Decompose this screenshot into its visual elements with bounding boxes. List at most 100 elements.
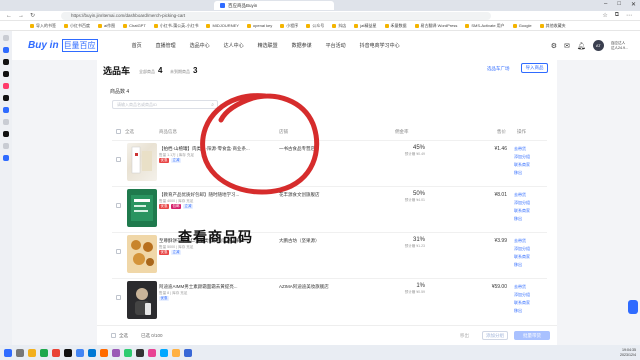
menu-icon[interactable]: ⋯ — [626, 12, 632, 19]
extensions-icon[interactable]: ⧉ — [615, 12, 619, 19]
nav-item[interactable]: 精选联盟 — [258, 42, 278, 49]
notification-icon[interactable]: 🔔︎ — [577, 42, 586, 50]
remove-link[interactable]: 移出 — [514, 170, 530, 176]
row-checkbox[interactable] — [116, 203, 121, 208]
add-group-link[interactable]: 添加分组 — [514, 246, 530, 252]
batch-sell-button[interactable]: 批量带货 — [514, 331, 550, 340]
close-icon[interactable]: ✕ — [631, 1, 636, 8]
contact-merchant-link[interactable]: 联系商家 — [514, 208, 530, 214]
bookmark-item[interactable]: SMS-Activate 用户 — [465, 23, 505, 29]
app-icon[interactable] — [172, 348, 180, 357]
stat-all[interactable]: 全部商品 4 — [139, 66, 162, 75]
nav-item[interactable]: 达人中心 — [224, 42, 244, 49]
batch-remove-button[interactable]: 移出 — [460, 333, 469, 339]
sidebar-app-icon[interactable] — [3, 155, 9, 161]
sidebar-tiktok-icon[interactable] — [3, 59, 9, 65]
sidebar-app-icon[interactable] — [3, 119, 9, 125]
go-sell-link[interactable]: 去带货 — [514, 146, 530, 152]
url-field[interactable]: https://buyin.jinritemai.com/dashboard/m… — [61, 11, 492, 20]
sidebar-app-icon[interactable] — [3, 83, 9, 89]
remove-link[interactable]: 移出 — [514, 308, 530, 314]
settings-icon[interactable]: ⚙ — [551, 42, 557, 50]
product-name[interactable]: 阿迪迪AIMM男士素颜霜面霜去黄提亮... — [159, 284, 274, 290]
app-icon[interactable] — [184, 348, 192, 357]
shop-name[interactable]: 花丰源食文创旗舰店 — [279, 192, 389, 198]
forward-icon[interactable]: → — [18, 13, 24, 19]
terminal-icon[interactable] — [136, 348, 144, 357]
add-group-link[interactable]: 添加分组 — [514, 154, 530, 160]
app-icon[interactable] — [52, 348, 60, 357]
search-input[interactable] — [117, 102, 212, 107]
search-box[interactable]: ⌕ — [112, 100, 218, 109]
bookmark-item[interactable]: 小红书百度 — [64, 23, 90, 29]
wechat-icon[interactable] — [40, 348, 48, 357]
bookmark-item[interactable]: 小红书-蒲公英-小红书 — [153, 23, 198, 29]
bookmark-item[interactable]: jat精益星 — [354, 23, 377, 29]
chrome-icon[interactable] — [76, 348, 84, 357]
bookmark-item[interactable]: 其他收藏夹 — [539, 23, 566, 29]
bookmark-item[interactable]: 易古翻译 WordPress — [414, 23, 457, 29]
star-icon[interactable]: ☆ — [602, 12, 607, 19]
bookmark-item[interactable]: openai key — [246, 23, 272, 28]
bookmark-item[interactable]: 抖店 — [332, 23, 346, 29]
nav-item[interactable]: 数据参谋 — [292, 42, 312, 49]
sidebar-app-icon[interactable] — [3, 143, 9, 149]
contact-merchant-link[interactable]: 联系商家 — [514, 300, 530, 306]
remove-link[interactable]: 移出 — [514, 216, 530, 222]
nav-item[interactable]: 抖音电商学习中心 — [360, 42, 400, 49]
go-sell-link[interactable]: 去带货 — [514, 238, 530, 244]
sidebar-app-icon[interactable] — [3, 47, 9, 53]
start-icon[interactable] — [4, 348, 12, 357]
contact-merchant-link[interactable]: 联系商家 — [514, 254, 530, 260]
go-sell-link[interactable]: 去带货 — [514, 284, 530, 290]
floating-help-icon[interactable] — [628, 300, 638, 314]
explorer-icon[interactable] — [28, 348, 36, 357]
message-icon[interactable]: ✉ — [564, 42, 570, 50]
refresh-icon[interactable]: ↻ — [30, 12, 35, 19]
bookmark-item[interactable]: MIDJOURNEY — [206, 23, 239, 28]
row-checkbox[interactable] — [116, 249, 121, 254]
avatar[interactable]: AT — [592, 40, 604, 51]
bookmark-item[interactable]: ai作图 — [98, 23, 115, 29]
sidebar-tiktok-icon[interactable] — [3, 131, 9, 137]
product-name[interactable]: 【教育产品优质好包邮】随时随地学习... — [159, 192, 274, 198]
minimize-icon[interactable]: – — [604, 1, 607, 8]
remove-link[interactable]: 移出 — [514, 262, 530, 268]
app-icon[interactable] — [124, 348, 132, 357]
shop-name[interactable]: AZIMA阿迪迪美妆旗舰店 — [279, 284, 389, 290]
app-icon[interactable] — [100, 348, 108, 357]
sidebar-app-icon[interactable] — [3, 35, 9, 41]
nav-item[interactable]: 首页 — [132, 42, 142, 49]
app-icon[interactable] — [160, 348, 168, 357]
system-clock[interactable]: 19:04:35 2023/12/4 — [620, 348, 636, 357]
product-name[interactable]: 【拍档·山楂罐】肉类条·阳源·零食盒·商业条... — [159, 146, 274, 152]
search-icon[interactable]: ⌕ — [211, 102, 214, 108]
product-thumbnail[interactable] — [127, 143, 157, 181]
shop-name[interactable]: 大鹏古坊（坚果源） — [279, 238, 389, 244]
bookmark-item[interactable]: 小程序 — [280, 23, 298, 29]
app-icon[interactable] — [148, 348, 156, 357]
nav-item[interactable]: 选品中心 — [190, 42, 210, 49]
contact-merchant-link[interactable]: 联系商家 — [514, 162, 530, 168]
nav-item[interactable]: 直播管理 — [156, 42, 176, 49]
bookmark-item[interactable]: 导入的书签 — [30, 23, 56, 29]
bookmark-item[interactable]: 公众号 — [306, 23, 324, 29]
select-all-checkbox[interactable] — [116, 129, 121, 134]
nav-item[interactable]: 平台活动 — [326, 42, 346, 49]
product-thumbnail[interactable] — [127, 235, 157, 273]
browser-tab[interactable]: 百应商品Buyin — [214, 1, 334, 10]
add-group-link[interactable]: 添加分组 — [514, 292, 530, 298]
bookmark-item[interactable]: Google — [512, 23, 532, 28]
back-icon[interactable]: ← — [6, 13, 12, 19]
cart-square-link[interactable]: 选品车广场 — [487, 66, 510, 72]
sidebar-tiktok-icon[interactable] — [3, 71, 9, 77]
add-group-link[interactable]: 添加分组 — [514, 200, 530, 206]
import-product-button[interactable]: 导入商品 — [521, 63, 548, 73]
maximize-icon[interactable]: □ — [617, 1, 621, 8]
footer-select-all-checkbox[interactable] — [111, 333, 116, 338]
edge-icon[interactable] — [88, 348, 96, 357]
go-sell-link[interactable]: 去带货 — [514, 192, 530, 198]
bookmark-item[interactable]: ChatGPT — [123, 23, 146, 28]
row-checkbox[interactable] — [116, 157, 121, 162]
footer-select-all[interactable]: 全选 — [119, 333, 128, 339]
